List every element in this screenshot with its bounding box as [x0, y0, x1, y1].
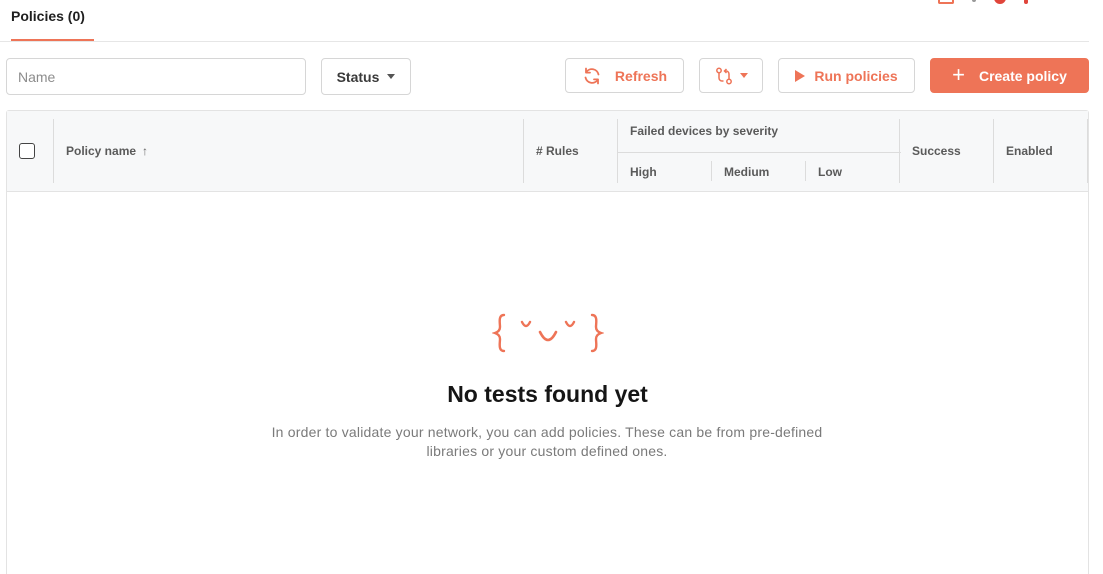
column-divider: [805, 161, 806, 181]
refresh-label: Refresh: [614, 67, 668, 84]
column-divider: [899, 119, 900, 183]
name-filter-input[interactable]: [6, 58, 306, 95]
sort-up-icon: ↑: [142, 144, 149, 158]
column-divider: [993, 119, 994, 183]
chevron-down-icon: [387, 74, 396, 79]
play-icon: [795, 69, 806, 82]
status-filter-dropdown[interactable]: Status: [321, 58, 411, 95]
tab-policies[interactable]: Policies (0): [11, 8, 85, 37]
create-policy-button[interactable]: + Create policy: [930, 58, 1089, 93]
empty-state-description: In order to validate your network, you c…: [271, 424, 823, 459]
column-header-enabled[interactable]: Enabled: [1006, 144, 1053, 158]
empty-face-icon: [491, 313, 604, 353]
compare-icon: [716, 67, 732, 84]
refresh-icon: [584, 67, 600, 84]
empty-state: No tests found yet In order to validate …: [7, 311, 1088, 459]
column-divider: [523, 119, 524, 183]
empty-state-title: No tests found yet: [447, 381, 648, 407]
column-group-failed-devices: Failed devices by severity: [630, 124, 779, 138]
column-divider: [711, 161, 712, 181]
column-header-low[interactable]: Low: [818, 165, 842, 179]
column-divider: [1087, 119, 1088, 183]
run-policies-label: Run policies: [814, 67, 898, 84]
column-header-policy-name[interactable]: Policy name ↑: [66, 144, 148, 158]
chevron-down-icon: [740, 73, 748, 78]
column-header-medium[interactable]: Medium: [724, 165, 769, 179]
compare-dropdown-button[interactable]: [699, 58, 763, 93]
run-policies-button[interactable]: Run policies: [778, 58, 915, 93]
column-divider: [617, 119, 618, 183]
refresh-button[interactable]: Refresh: [565, 58, 684, 93]
column-header-rules[interactable]: # Rules: [536, 144, 579, 158]
status-filter-label: Status: [336, 68, 380, 85]
column-header-success[interactable]: Success: [912, 144, 961, 158]
policies-table: Policy name ↑ # Rules Failed devices by s…: [6, 110, 1089, 574]
policies-page: Policies (0) Status Refresh Run policies: [0, 0, 1103, 574]
policy-name-header-label: Policy name: [66, 144, 137, 158]
tab-bar: Policies (0): [0, 0, 1089, 42]
select-all-checkbox[interactable]: [19, 143, 35, 159]
group-divider: [618, 152, 901, 153]
active-tab-indicator: [11, 39, 94, 41]
column-header-high[interactable]: High: [630, 165, 657, 179]
plus-icon: +: [952, 61, 965, 87]
create-policy-label: Create policy: [978, 67, 1067, 84]
column-divider: [53, 119, 54, 183]
table-header: Policy name ↑ # Rules Failed devices by s…: [7, 111, 1088, 192]
